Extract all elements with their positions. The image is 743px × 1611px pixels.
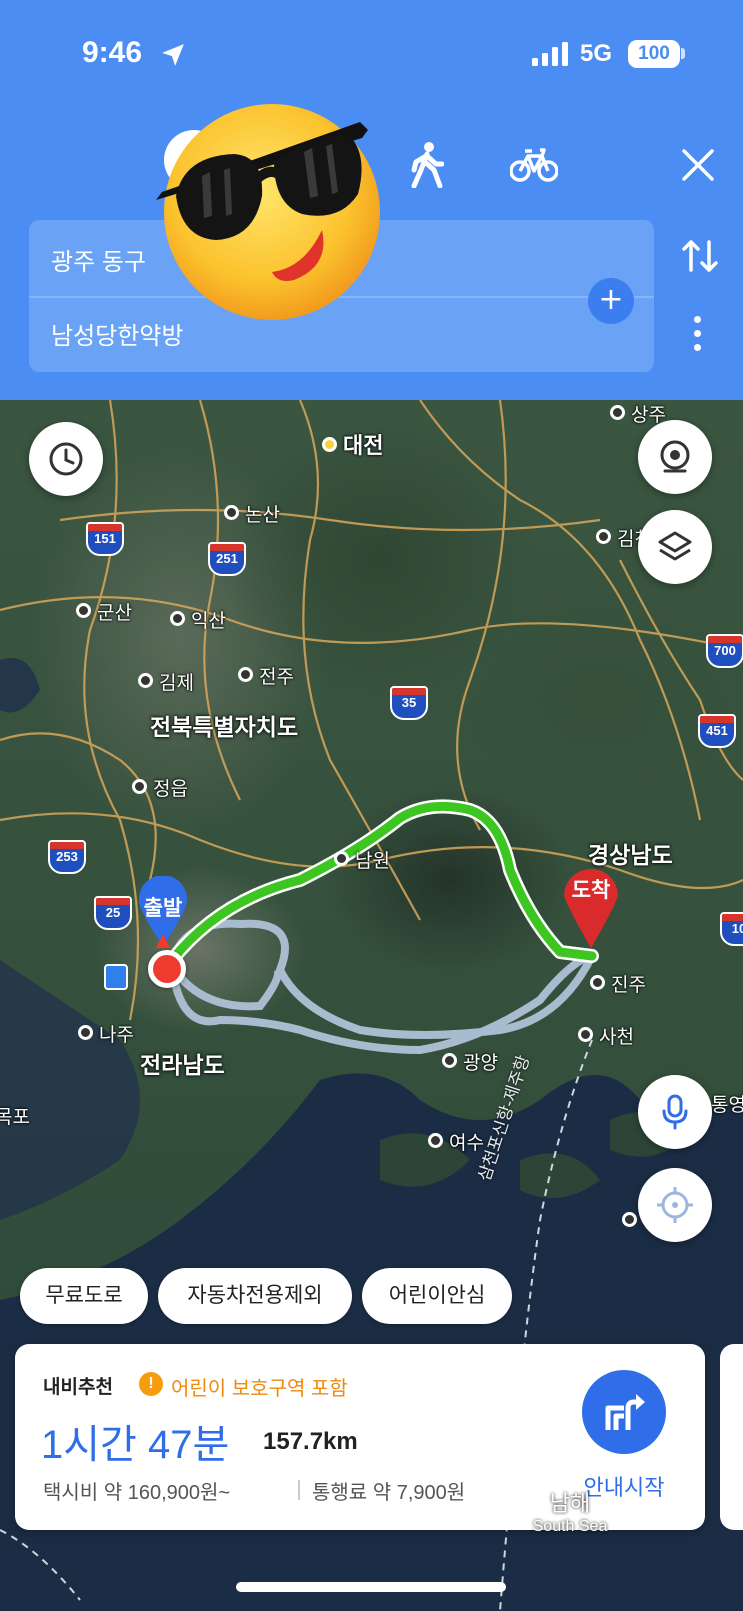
warning-icon: ! [139, 1372, 163, 1396]
crosshair-icon [657, 1187, 693, 1223]
highway-shield: 253 [48, 840, 86, 874]
highway-shield: 35 [390, 686, 428, 720]
toll-fee: 통행료 약 7,900원 [312, 1482, 466, 1504]
filter-child-safety[interactable]: 어린이안심 [362, 1268, 512, 1324]
highway-shield: 151 [86, 522, 124, 556]
battery-icon: 100 [628, 40, 680, 68]
microphone-icon [662, 1094, 688, 1130]
highway-shield: 251 [208, 542, 246, 576]
swap-icon[interactable] [680, 236, 720, 276]
bike-icon[interactable] [510, 146, 558, 182]
home-indicator[interactable] [236, 1582, 506, 1592]
start-navigation-button[interactable] [582, 1370, 666, 1454]
place-naju: 나주 [78, 1020, 134, 1047]
highway-shield: 10 [720, 912, 743, 946]
region-jeonbuk: 전북특별자치도 [150, 714, 299, 740]
place-daejeon: 대전 [322, 428, 383, 460]
sea-label-korean: 남해 [549, 1491, 591, 1516]
clock-icon [49, 442, 83, 476]
place-iksan: 익산 [170, 606, 226, 633]
layers-button[interactable] [638, 510, 712, 584]
origin-pin-label: 출발 [143, 897, 183, 920]
place-gimje: 김제 [138, 668, 194, 695]
destination-pin-label: 도착 [571, 879, 611, 902]
current-location-button[interactable] [638, 1168, 712, 1242]
status-time: 9:46 [82, 36, 143, 69]
place-mokpo: 목포 [0, 1102, 30, 1129]
highway-shield: 25 [94, 896, 132, 930]
location-arrow-icon [162, 44, 184, 66]
map-view[interactable]: 대전 상주 논산 김천 군산 익산 김제 전주 정읍 남원 진주 나주 사천 광… [0, 400, 743, 1611]
next-route-card[interactable] [720, 1344, 743, 1530]
place-jeonju: 전주 [238, 662, 294, 689]
cctv-button[interactable] [638, 420, 712, 494]
place-gunsan: 군산 [76, 598, 132, 625]
voice-button[interactable] [638, 1075, 712, 1149]
sea-label: 남해 South Sea [520, 1486, 620, 1536]
place-jinju: 진주 [590, 970, 646, 997]
signal-icon [532, 42, 568, 66]
place-namwon: 남원 [334, 846, 390, 873]
place-yeosu: 여수 [428, 1128, 484, 1155]
highway-shield: 700 [706, 634, 743, 668]
origin-field[interactable]: 광주 동구 [51, 242, 146, 277]
filter-exclude-expressway[interactable]: 자동차전용제외 [158, 1268, 352, 1324]
network-type: 5G [580, 40, 613, 67]
taxi-fare: 택시비 약 160,900원~ [43, 1482, 231, 1504]
add-waypoint-button[interactable]: + [588, 278, 634, 324]
route-duration: 1시간 47분 [41, 1423, 230, 1467]
more-options-icon[interactable] [694, 316, 701, 358]
region-jeonnam: 전라남도 [140, 1052, 225, 1078]
place-gwangyang: 광양 [442, 1048, 498, 1075]
fare-divider [298, 1480, 300, 1500]
filter-free-road[interactable]: 무료도로 [20, 1268, 148, 1324]
place-nonsan: 논산 [224, 500, 280, 527]
place-jeongeup: 정읍 [132, 774, 188, 801]
layers-icon [658, 531, 692, 561]
origin-marker [148, 950, 186, 988]
poi-building-icon [104, 964, 128, 990]
close-icon[interactable] [681, 148, 715, 182]
walk-icon[interactable] [410, 142, 444, 188]
route-distance: 157.7km [263, 1428, 358, 1455]
camera-icon [660, 440, 690, 473]
route-tag: 내비추천 [43, 1377, 113, 1398]
highway-shield: 451 [698, 714, 736, 748]
history-button[interactable] [29, 422, 103, 496]
navigation-start-icon [605, 1394, 645, 1430]
sea-label-english: South Sea [532, 1518, 608, 1535]
sunglasses-emoji-sticker [156, 104, 380, 320]
battery-nub [681, 48, 685, 59]
place-sacheon: 사천 [578, 1022, 634, 1049]
route-warning: 어린이 보호구역 포함 [171, 1378, 348, 1400]
